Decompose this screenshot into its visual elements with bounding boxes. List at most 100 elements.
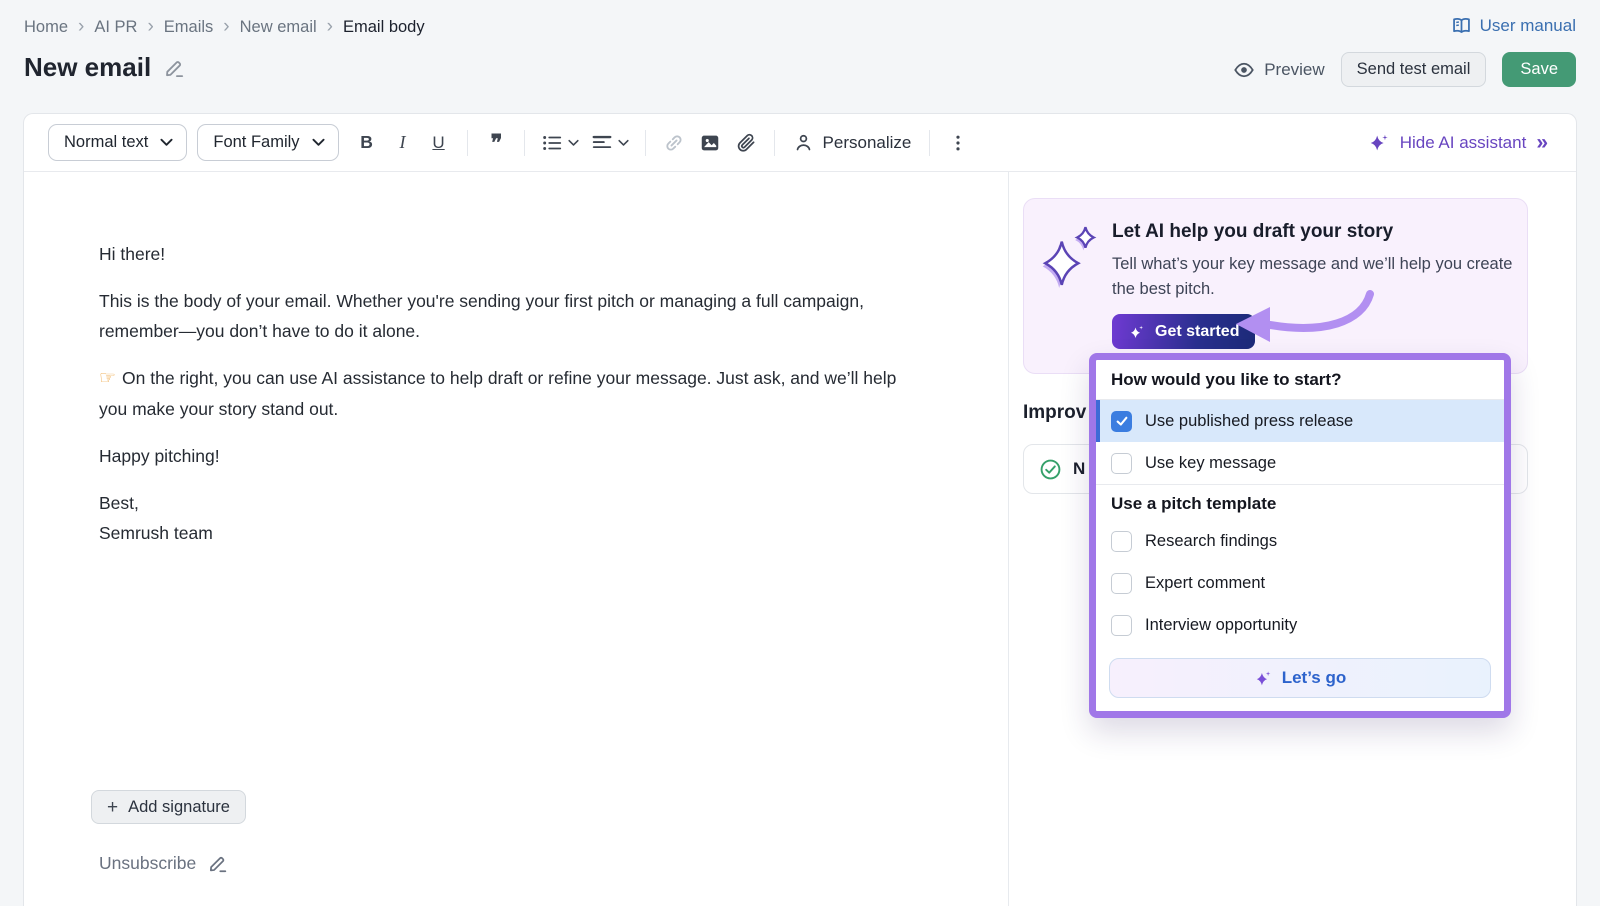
add-signature-label: Add signature xyxy=(128,798,230,817)
option-label: Research findings xyxy=(1145,532,1277,551)
text-align-button[interactable] xyxy=(585,125,635,161)
option-interview-opportunity[interactable]: Interview opportunity xyxy=(1096,604,1504,646)
toolbar-separator xyxy=(524,130,525,156)
breadcrumb: Home › AI PR › Emails › New email › Emai… xyxy=(24,18,425,37)
checkbox-unchecked-icon[interactable] xyxy=(1111,615,1132,636)
page-title: New email xyxy=(24,52,151,83)
add-signature-button[interactable]: + Add signature xyxy=(91,790,246,824)
more-options-button[interactable] xyxy=(940,125,976,161)
underline-button[interactable]: U xyxy=(421,125,457,161)
insert-image-button[interactable] xyxy=(692,125,728,161)
chevron-down-icon xyxy=(568,139,579,147)
breadcrumb-home[interactable]: Home xyxy=(24,18,68,37)
improve-section-heading: Improv xyxy=(1023,402,1086,424)
user-manual-label: User manual xyxy=(1480,16,1576,36)
link-button[interactable] xyxy=(656,125,692,161)
breadcrumb-ai-pr[interactable]: AI PR xyxy=(94,18,137,37)
get-started-button[interactable]: Get started xyxy=(1112,314,1255,349)
chevron-right-icon: › xyxy=(327,17,333,36)
italic-button[interactable]: I xyxy=(385,125,421,161)
unsubscribe-link[interactable]: Unsubscribe xyxy=(99,852,229,874)
edit-title-pencil-icon[interactable] xyxy=(163,56,186,79)
breadcrumb-new-email[interactable]: New email xyxy=(240,18,317,37)
selected-indicator-bar xyxy=(1096,400,1100,442)
send-test-email-button[interactable]: Send test email xyxy=(1341,52,1487,87)
lets-go-label: Let’s go xyxy=(1282,668,1347,688)
get-started-label: Get started xyxy=(1155,323,1239,341)
paragraph-style-value: Normal text xyxy=(64,133,148,152)
option-label: Use key message xyxy=(1145,454,1276,473)
editor-toolbar: Normal text Font Family B I U ❞ xyxy=(24,114,1576,172)
improve-item-label: N xyxy=(1073,459,1085,479)
lets-go-button[interactable]: Let’s go xyxy=(1109,658,1491,698)
ai-assistant-promo-card: Let AI help you draft your story Tell wh… xyxy=(1023,198,1528,374)
preview-label: Preview xyxy=(1264,60,1324,80)
checkbox-checked-icon[interactable] xyxy=(1111,411,1132,432)
hide-ai-assistant-button[interactable]: Hide AI assistant » xyxy=(1368,132,1552,154)
breadcrumb-emails[interactable]: Emails xyxy=(164,18,214,37)
chevron-right-icon: › xyxy=(147,17,153,36)
option-label: Interview opportunity xyxy=(1145,616,1297,635)
sparkle-icon xyxy=(1368,132,1390,154)
option-research-findings[interactable]: Research findings xyxy=(1096,520,1504,562)
start-menu-header: How would you like to start? xyxy=(1096,360,1504,399)
ai-promo-content: Let AI help you draft your story Tell wh… xyxy=(1112,221,1522,373)
preview-button[interactable]: Preview xyxy=(1233,59,1324,81)
font-family-select[interactable]: Font Family xyxy=(197,124,338,161)
sparkles-icon xyxy=(1040,221,1100,373)
email-paragraph-text: On the right, you can use AI assistance … xyxy=(99,368,896,419)
chevron-down-icon xyxy=(312,138,325,147)
email-editor-card: Normal text Font Family B I U ❞ xyxy=(23,113,1577,906)
option-use-published-press-release[interactable]: Use published press release xyxy=(1096,400,1504,442)
checkbox-unchecked-icon[interactable] xyxy=(1111,531,1132,552)
hide-ai-assistant-label: Hide AI assistant xyxy=(1400,133,1527,153)
checkbox-unchecked-icon[interactable] xyxy=(1111,453,1132,474)
blockquote-button[interactable]: ❞ xyxy=(478,125,514,161)
chevron-down-icon xyxy=(618,139,629,147)
chevron-right-icon: › xyxy=(78,17,84,36)
breadcrumb-email-body: Email body xyxy=(343,18,425,37)
signoff-line: Best, xyxy=(99,493,139,513)
personalize-label: Personalize xyxy=(823,133,912,153)
toolbar-separator xyxy=(467,130,468,156)
email-paragraph: Hi there! xyxy=(99,239,929,269)
person-icon xyxy=(793,132,814,153)
bullet-list-button[interactable] xyxy=(535,125,585,161)
ai-start-menu: How would you like to start? Use publish… xyxy=(1089,353,1511,718)
email-body-editor[interactable]: Hi there! This is the body of your email… xyxy=(99,239,929,565)
title-row: New email xyxy=(24,52,186,83)
panel-divider xyxy=(1008,172,1009,906)
double-chevron-right-icon: » xyxy=(1536,132,1548,153)
edit-unsubscribe-pencil-icon[interactable] xyxy=(207,852,229,874)
option-expert-comment[interactable]: Expert comment xyxy=(1096,562,1504,604)
check-circle-icon xyxy=(1039,458,1062,481)
chevron-right-icon: › xyxy=(223,17,229,36)
plus-icon: + xyxy=(107,798,118,817)
ai-promo-title: Let AI help you draft your story xyxy=(1112,221,1522,243)
book-icon xyxy=(1451,15,1472,36)
toolbar-separator xyxy=(774,130,775,156)
header-actions: Preview Send test email Save xyxy=(1233,52,1576,87)
save-button[interactable]: Save xyxy=(1502,52,1576,87)
attachment-button[interactable] xyxy=(728,125,764,161)
sparkle-icon xyxy=(1128,323,1146,341)
font-family-value: Font Family xyxy=(213,133,299,152)
option-label: Use published press release xyxy=(1145,412,1353,431)
user-manual-link[interactable]: User manual xyxy=(1451,15,1576,36)
checkbox-unchecked-icon[interactable] xyxy=(1111,573,1132,594)
pointing-right-emoji: ☞ xyxy=(99,368,116,389)
sparkle-icon xyxy=(1254,669,1273,688)
personalize-button[interactable]: Personalize xyxy=(785,125,920,161)
toolbar-separator xyxy=(645,130,646,156)
chevron-down-icon xyxy=(160,138,173,147)
email-paragraph: ☞On the right, you can use AI assistance… xyxy=(99,363,929,424)
paragraph-style-select[interactable]: Normal text xyxy=(48,124,187,161)
ai-promo-subtitle: Tell what’s your key message and we’ll h… xyxy=(1112,252,1522,302)
option-use-key-message[interactable]: Use key message xyxy=(1096,442,1504,484)
bold-button[interactable]: B xyxy=(349,125,385,161)
eye-icon xyxy=(1233,59,1255,81)
unsubscribe-label: Unsubscribe xyxy=(99,853,196,874)
pitch-template-section-header: Use a pitch template xyxy=(1096,485,1504,520)
email-signoff: Best,Semrush team xyxy=(99,488,929,548)
option-label: Expert comment xyxy=(1145,574,1265,593)
